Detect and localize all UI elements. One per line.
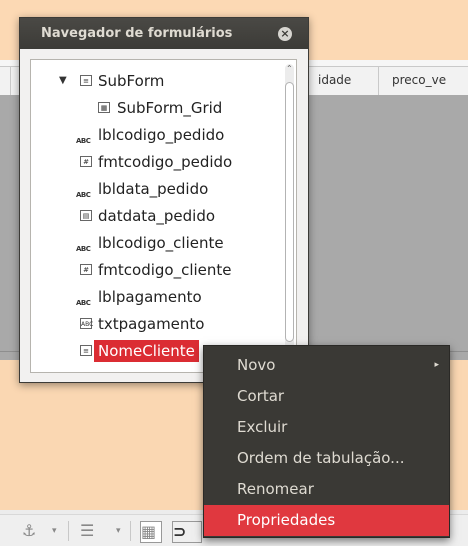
tree-item-label: fmtcodigo_cliente (98, 261, 232, 279)
menu-item-label: Cortar (237, 387, 285, 405)
menu-item-renomear[interactable]: Renomear (204, 474, 449, 505)
column-header-quantidade: idade (318, 73, 352, 87)
navigator-title: Navegador de formulários (41, 26, 233, 41)
align-icon[interactable]: ☰ (80, 521, 94, 541)
grid-icon: ▦ (98, 102, 110, 113)
label-icon: ABC (76, 191, 91, 199)
context-menu: Novo ▸ Cortar Excluir Ordem de tabulação… (203, 345, 450, 538)
column-header-preco: preco_ve (392, 73, 447, 87)
chevron-down-icon[interactable]: ▾ (116, 521, 121, 541)
menu-item-ordem-tabulacao[interactable]: Ordem de tabulação... (204, 443, 449, 474)
formatted-field-icon: # (80, 156, 92, 167)
menu-item-label: Excluir (237, 418, 288, 436)
snap-icon[interactable]: ⊃ (172, 521, 202, 543)
tree-item-label: fmtcodigo_pedido (98, 153, 233, 171)
date-field-icon: ▤ (80, 210, 92, 221)
menu-item-excluir[interactable]: Excluir (204, 412, 449, 443)
form-navigator-window: Navegador de formulários × ⌃ ▼ ≡ SubForm… (19, 17, 309, 383)
tree-item-label: NomeCliente (94, 340, 199, 362)
tree-item-subform-grid[interactable]: ▦ SubForm_Grid (31, 97, 281, 119)
column-separator (378, 67, 379, 95)
label-icon: ABC (76, 137, 91, 145)
vertical-scrollbar[interactable]: ⌃ (285, 64, 294, 364)
form-icon: ≡ (80, 75, 92, 86)
tree-item-lblcodigo-pedido[interactable]: ABC lblcodigo_pedido (31, 124, 281, 146)
form-icon: ≡ (80, 345, 92, 356)
formatted-field-icon: # (80, 264, 92, 275)
menu-item-label: Ordem de tabulação... (237, 449, 405, 467)
submenu-arrow-icon: ▸ (434, 360, 439, 370)
label-icon: ABC (76, 245, 91, 253)
tree-item-label: lbldata_pedido (98, 180, 209, 198)
tree-item-lbldata-pedido[interactable]: ABC lbldata_pedido (31, 178, 281, 200)
tree-item-label: datdata_pedido (98, 207, 216, 225)
scroll-up-icon[interactable]: ⌃ (286, 64, 293, 73)
tree-item-lblpagamento[interactable]: ABC lblpagamento (31, 286, 281, 308)
tree-item-label: lblcodigo_pedido (98, 126, 225, 144)
tree-item-label: SubForm (98, 72, 165, 90)
label-icon: ABC (76, 299, 91, 307)
toolbar-separator (130, 521, 131, 541)
tree-item-label: lblpagamento (98, 288, 202, 306)
tree-item-txtpagamento[interactable]: ABC txtpagamento (31, 313, 281, 335)
tree-item-lblcodigo-cliente[interactable]: ABC lblcodigo_cliente (31, 232, 281, 254)
menu-item-label: Novo (237, 356, 276, 374)
anchor-icon[interactable]: ⚓ (22, 521, 36, 541)
grid-icon[interactable]: ▦ (140, 521, 162, 543)
tree-item-label: lblcodigo_cliente (98, 234, 224, 252)
close-icon[interactable]: × (278, 27, 292, 41)
expander-icon[interactable]: ▼ (59, 70, 67, 92)
menu-item-propriedades[interactable]: Propriedades (204, 505, 449, 536)
column-separator (10, 67, 11, 95)
menu-item-label: Propriedades (237, 511, 336, 529)
text-field-icon: ABC (80, 318, 93, 329)
navigator-tree[interactable]: ⌃ ▼ ≡ SubForm ▦ SubForm_Grid ABC lblcodi… (30, 59, 297, 373)
navigator-titlebar[interactable]: Navegador de formulários × (20, 18, 308, 49)
tree-item-datdata-pedido[interactable]: ▤ datdata_pedido (31, 205, 281, 227)
scrollbar-thumb[interactable] (285, 82, 294, 342)
menu-item-novo[interactable]: Novo ▸ (204, 350, 449, 381)
tree-item-fmtcodigo-pedido[interactable]: # fmtcodigo_pedido (31, 151, 281, 173)
tree-item-label: SubForm_Grid (117, 99, 223, 117)
menu-item-cortar[interactable]: Cortar (204, 381, 449, 412)
tree-item-fmtcodigo-cliente[interactable]: # fmtcodigo_cliente (31, 259, 281, 281)
tree-item-label: txtpagamento (98, 315, 205, 333)
toolbar-separator (68, 521, 69, 541)
menu-item-label: Renomear (237, 480, 314, 498)
tree-item-subform[interactable]: ▼ ≡ SubForm (31, 70, 281, 92)
chevron-down-icon[interactable]: ▾ (52, 521, 57, 541)
